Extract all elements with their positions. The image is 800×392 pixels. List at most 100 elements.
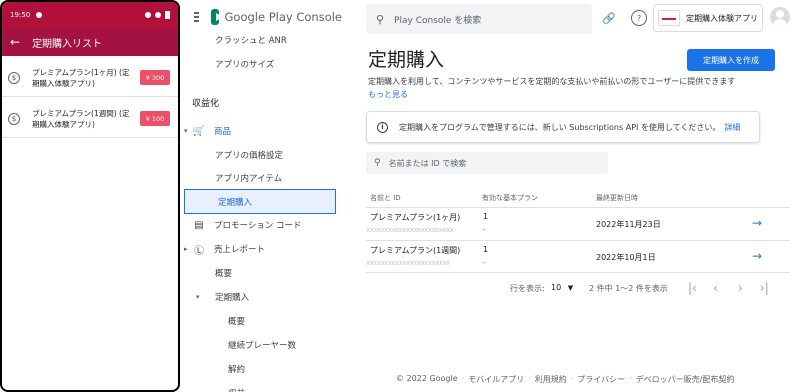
footer-separator: ·: [629, 374, 632, 383]
row-name: プレミアムプラン(1週間): [370, 246, 461, 255]
pagination-range: 2 件中 1〜2 件を表示: [589, 284, 668, 293]
nav-label: 概要: [228, 317, 246, 327]
row-plans: 1: [483, 245, 489, 254]
price-button[interactable]: ¥ 300: [140, 70, 170, 85]
app-bar: ← 定期購入リスト: [2, 28, 178, 56]
nav-label: 継続プレーヤー数: [228, 341, 297, 351]
home-indicator[interactable]: [70, 381, 114, 384]
nav-item-products[interactable]: ▾ 🛒 商品: [182, 119, 334, 143]
nav-item-revenue[interactable]: 収益: [182, 381, 334, 392]
nav-item-crashes[interactable]: クラッシュと ANR: [182, 28, 334, 52]
phone-screen: 19:50 ← 定期購入リスト $ プレミアムプラン(1ヶ月) (定期購入体験ア…: [2, 2, 178, 390]
footer-copyright: © 2022 Google: [396, 374, 458, 383]
divider: [366, 272, 790, 273]
link-icon[interactable]: 🔗: [601, 10, 617, 26]
search-placeholder: Play Console を検索: [394, 15, 482, 26]
nav-item-retained-players[interactable]: 継続プレーヤー数: [182, 333, 334, 357]
column-header-name: 名前と ID: [370, 194, 401, 202]
next-page-icon[interactable]: ›: [738, 281, 743, 295]
rows-per-page-select[interactable]: 10 ▼: [551, 283, 573, 292]
dollar-coin-icon: $: [8, 71, 20, 84]
nav-item-financial-reports[interactable]: ▸ Ⓛ 売上レポート: [182, 237, 334, 261]
brand-name: Google Play Console: [224, 10, 343, 24]
info-icon: i: [377, 121, 388, 133]
first-page-icon[interactable]: |‹: [688, 281, 697, 295]
nav-item-in-app-products[interactable]: アプリ内アイテム: [182, 166, 334, 190]
console-search-input[interactable]: ⚲ Play Console を検索: [366, 4, 592, 34]
divider: [366, 207, 790, 208]
nav-item-app-pricing[interactable]: アプリの価格設定: [182, 143, 334, 167]
dollar-coin-icon: $: [8, 112, 20, 125]
nav-item-sub-overview[interactable]: 概要: [182, 309, 334, 333]
footer-link-dda[interactable]: デベロッパー販売/配布契約: [636, 374, 735, 385]
list-item[interactable]: $ プレミアムプラン(1ヶ月) (定期購入体験アプリ) ¥ 300: [2, 59, 178, 97]
avatar[interactable]: [770, 7, 790, 27]
nav-label: アプリのサイズ: [215, 60, 275, 70]
row-updated: 2022年11月23日: [596, 220, 661, 229]
nav-item-report-subscriptions[interactable]: ▾ 定期購入: [182, 285, 334, 309]
status-time: 19:50: [10, 11, 31, 19]
info-text: 定期購入をプログラムで管理するには、新しい Subscriptions API …: [399, 122, 721, 132]
nav-item-subscriptions[interactable]: 定期購入: [184, 189, 336, 214]
nav-item-app-size[interactable]: アプリのサイズ: [182, 52, 334, 76]
search-icon: ⚲: [376, 12, 385, 26]
info-banner: i 定期購入をプログラムで管理するには、新しい Subscriptions AP…: [366, 111, 760, 143]
dollar-circle-icon: Ⓛ: [194, 245, 204, 257]
collapse-arrow-icon[interactable]: ▾: [184, 127, 188, 135]
list-item-title: プレミアムプラン(1ヶ月) (定期購入体験アプリ): [32, 67, 130, 88]
create-subscription-button[interactable]: 定期購入を作成: [687, 49, 775, 71]
info-details-link[interactable]: 詳細: [724, 122, 740, 133]
nav-label: アプリの価格設定: [215, 151, 284, 161]
dropdown-arrow-icon: ▼: [567, 284, 574, 292]
nav-label: 概要: [215, 269, 233, 279]
row-updated: 2022年10月1日: [596, 253, 656, 262]
menu-icon[interactable]: [194, 12, 200, 22]
arrow-right-icon[interactable]: →: [752, 249, 762, 263]
price-button[interactable]: ¥ 100: [140, 111, 170, 126]
expand-arrow-icon[interactable]: ▸: [184, 245, 188, 253]
rows-per-page-value: 10: [551, 283, 562, 292]
divider: [366, 240, 790, 241]
app-selector[interactable]: 定期購入体験アプリ: [653, 4, 763, 32]
footer-link-mobile-app[interactable]: モバイルアプリ: [468, 374, 524, 385]
footer-separator: ·: [570, 374, 574, 383]
footer-link-privacy[interactable]: プライバシー: [577, 374, 625, 385]
row-plans: 1: [483, 212, 489, 221]
battery-icon: [165, 11, 170, 19]
row-id: xxxxxxxxxxxxxxxxxxxxxxx: [366, 259, 450, 267]
footer-separator: ·: [461, 374, 465, 383]
status-bar: 19:50: [2, 2, 178, 28]
nav-label: アプリ内アイテム: [215, 174, 283, 184]
row-id: xxxxxxxxxxxxxxxxxxxxxxxx: [366, 226, 454, 234]
nav-section-monetize: 収益化: [182, 90, 334, 114]
nav-item-overview[interactable]: 概要: [182, 261, 334, 285]
column-header-plans: 有効な基本プラン: [482, 194, 538, 202]
arrow-right-icon[interactable]: →: [752, 216, 762, 230]
filter-placeholder: 名前または ID で検索: [388, 158, 467, 168]
nav-label: クラッシュと ANR: [215, 36, 287, 46]
row-name: プレミアムプラン(1ヶ月): [370, 213, 461, 222]
phone-frame: 19:50 ← 定期購入リスト $ プレミアムプラン(1ヶ月) (定期購入体験ア…: [0, 0, 180, 392]
filter-search-input[interactable]: ⚲ 名前または ID で検索: [366, 152, 608, 174]
previous-page-icon[interactable]: ‹: [713, 281, 718, 295]
list-item[interactable]: $ プレミアムプラン(1週間) (定期購入体験アプリ) ¥ 100: [2, 100, 178, 138]
page-title: 定期購入: [368, 49, 445, 71]
nav-label: 商品: [214, 127, 232, 137]
play-console-logo-icon: [211, 9, 224, 25]
nav-item-promo-codes[interactable]: ▤ プロモーション コード: [182, 213, 334, 237]
nav-section-label: 収益化: [192, 98, 220, 109]
help-icon[interactable]: ?: [631, 10, 647, 26]
footer: © 2022 Google · モバイルアプリ · 利用規約 · プライバシー …: [396, 374, 734, 385]
last-page-icon[interactable]: ›|: [760, 281, 769, 295]
footer-link-terms[interactable]: 利用規約: [535, 374, 567, 385]
collapse-arrow-icon[interactable]: ▾: [196, 293, 200, 301]
signal-icon: [155, 12, 161, 18]
nav-label: 定期購入: [215, 293, 250, 303]
back-arrow-icon[interactable]: ←: [10, 35, 20, 49]
learn-more-link[interactable]: もっと見る: [368, 89, 408, 100]
console-main: ⚲ Play Console を検索 🔗 ? 定期購入体験アプリ 定期購入 定期…: [350, 0, 800, 392]
account-name: 定期購入体験アプリ: [686, 13, 758, 23]
nav-item-cancellations[interactable]: 解約: [182, 357, 334, 381]
row-plans-sub: -: [483, 225, 486, 234]
wifi-icon: [145, 12, 151, 18]
